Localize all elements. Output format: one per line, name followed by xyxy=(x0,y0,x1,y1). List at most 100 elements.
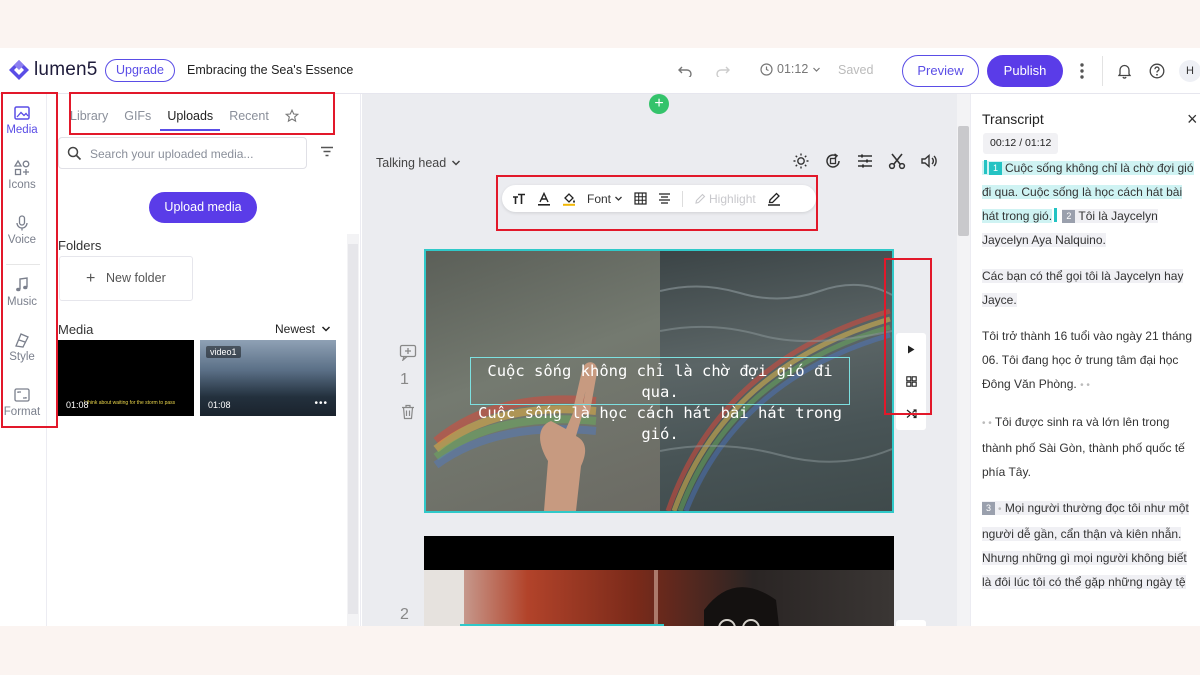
close-icon[interactable]: × xyxy=(1187,109,1198,130)
transcript-body[interactable]: 1 Cuộc sống không chỉ là chờ đợi gió đi q… xyxy=(982,156,1196,606)
transcript-paragraph[interactable]: 3 • Mọi người thường đọc tôi như một ngườ… xyxy=(982,496,1196,594)
new-folder-label: New folder xyxy=(106,271,166,285)
thumbnail-tag: video1 xyxy=(206,346,241,358)
brightness-icon[interactable] xyxy=(792,152,810,170)
grid-position-icon[interactable] xyxy=(634,192,647,205)
transcript-paragraph[interactable]: • • Tôi được sinh ra và lớn lên trong th… xyxy=(982,410,1196,484)
redo-icon[interactable] xyxy=(716,63,730,77)
help-icon[interactable] xyxy=(1149,63,1165,79)
media-thumbnail[interactable]: video1 01:08 ••• xyxy=(200,340,336,416)
fill-color-icon[interactable] xyxy=(562,192,576,206)
rail-item-style[interactable]: Style xyxy=(0,331,44,363)
add-note-icon[interactable] xyxy=(399,344,417,361)
rail-item-format[interactable]: Format xyxy=(0,386,44,418)
shapes-icon xyxy=(13,159,30,176)
media-thumbnail[interactable]: I think about waiting for the storm to p… xyxy=(58,340,194,416)
sort-dropdown[interactable]: Newest xyxy=(275,322,331,336)
transcript-paragraph[interactable]: 1 Cuộc sống không chỉ là chờ đợi gió đi q… xyxy=(982,156,1196,252)
volume-icon[interactable] xyxy=(920,152,938,170)
media-heading: Media xyxy=(58,322,94,337)
align-center-icon[interactable] xyxy=(658,192,671,205)
pencil-icon xyxy=(695,193,706,204)
layout-button[interactable] xyxy=(896,365,926,397)
layout-selector[interactable]: Talking head xyxy=(376,156,461,170)
text-size-icon[interactable] xyxy=(512,193,526,205)
lumen5-logo-icon xyxy=(9,60,29,80)
star-icon[interactable] xyxy=(284,108,299,123)
left-rail: Media Icons Voice Music Style Format xyxy=(0,94,47,626)
search-input[interactable]: Search your uploaded media... xyxy=(58,137,307,169)
scene-1-preview[interactable]: Cuộc sống không chỉ là chờ đợi gió đi qu… xyxy=(424,249,894,513)
thumbnail-caption: I think about waiting for the storm to p… xyxy=(84,400,176,406)
scene-badge: 2 xyxy=(1062,210,1076,223)
filter-icon[interactable] xyxy=(320,146,334,157)
duration-text: 01:12 xyxy=(777,62,809,76)
clock-icon xyxy=(760,62,773,76)
thumbnail-duration: 01:08 xyxy=(208,400,231,410)
adjust-icon[interactable] xyxy=(856,152,874,170)
rail-label: Media xyxy=(6,124,38,136)
transcript-panel: Transcript × 00:12 / 01:12 1 Cuộc sống kh… xyxy=(970,94,1200,626)
rail-item-voice[interactable]: Voice xyxy=(0,214,44,246)
new-folder-button[interactable]: + New folder xyxy=(59,256,193,301)
play-icon xyxy=(908,345,915,353)
rotate-icon[interactable] xyxy=(824,152,842,170)
tab-gifs[interactable]: GIFs xyxy=(124,103,151,129)
scene-tools xyxy=(792,152,938,170)
project-title[interactable]: Embracing the Sea's Essence xyxy=(187,63,353,77)
preview-button[interactable]: Preview xyxy=(902,55,979,87)
scene-caption-textbox[interactable]: Cuộc sống không chỉ là chờ đợi gió đi qu… xyxy=(470,357,850,443)
microphone-icon xyxy=(16,215,28,231)
user-avatar[interactable]: H xyxy=(1179,60,1200,82)
tab-recent[interactable]: Recent xyxy=(229,103,269,129)
font-dropdown[interactable]: Font xyxy=(587,192,623,206)
play-button[interactable] xyxy=(896,333,926,365)
chevron-down-icon xyxy=(615,196,622,201)
media-panel: Library GIFs Uploads Recent Search your … xyxy=(48,94,361,626)
panel-scrollbar-thumb[interactable] xyxy=(348,244,358,614)
add-scene-button[interactable]: + xyxy=(649,94,669,114)
more-options-icon[interactable] xyxy=(1076,61,1088,81)
highlight-button[interactable]: Highlight xyxy=(694,192,756,206)
top-header: lumen5 Upgrade Embracing the Sea's Essen… xyxy=(0,48,1200,94)
rail-label: Style xyxy=(9,351,35,363)
tab-uploads[interactable]: Uploads xyxy=(160,103,221,131)
rail-item-music[interactable]: Music xyxy=(0,276,44,308)
edit-pen-icon[interactable] xyxy=(767,192,781,206)
undo-icon[interactable] xyxy=(678,63,692,77)
scissors-icon[interactable] xyxy=(888,152,906,170)
chevron-down-icon xyxy=(813,67,821,72)
caption-line-2: Cuộc sống là học cách hát bài hát trong … xyxy=(478,404,842,443)
search-placeholder: Search your uploaded media... xyxy=(90,147,254,161)
transcript-text: Mọi người thường đọc tôi như một người d… xyxy=(982,501,1189,589)
transcript-time: 00:12 / 01:12 xyxy=(983,133,1059,154)
rail-item-icons[interactable]: Icons xyxy=(0,159,44,191)
duration-selector[interactable]: 01:12 xyxy=(760,62,821,76)
tab-library[interactable]: Library xyxy=(70,103,108,129)
more-icon[interactable]: ••• xyxy=(314,398,328,409)
image-icon xyxy=(14,106,30,120)
upgrade-button[interactable]: Upgrade xyxy=(105,59,175,82)
text-color-icon[interactable] xyxy=(537,191,551,206)
canvas-scrollbar-thumb[interactable] xyxy=(958,126,969,236)
transcript-paragraph[interactable]: Các bạn có thể gọi tôi là Jaycelyn hay J… xyxy=(982,264,1196,312)
transcript-paragraph[interactable]: Tôi trở thành 16 tuổi vào ngày 21 tháng … xyxy=(982,324,1196,398)
transcript-text: Tôi được sinh ra và lớn lên trong thành … xyxy=(982,415,1185,479)
scene-badge: 1 xyxy=(989,162,1002,175)
lumen5-logo[interactable]: lumen5 xyxy=(8,59,98,81)
scene-badge: 3 xyxy=(982,502,995,515)
canvas-scrollbar[interactable] xyxy=(957,94,970,626)
shuffle-button[interactable] xyxy=(896,397,926,429)
publish-button[interactable]: Publish xyxy=(987,55,1063,87)
upload-media-button[interactable]: Upload media xyxy=(149,192,257,223)
scene-canvas: + Talking head Font Highlight 1 Cuộc sốn… xyxy=(362,94,957,626)
scene-2-preview[interactable] xyxy=(424,536,894,626)
text-format-toolbar: Font Highlight xyxy=(502,185,816,212)
trash-icon[interactable] xyxy=(401,404,415,420)
saved-status: Saved xyxy=(838,63,874,77)
bell-icon[interactable] xyxy=(1117,63,1132,79)
rail-item-media[interactable]: Media xyxy=(0,104,44,136)
highlight-label: Highlight xyxy=(709,191,756,206)
transcript-scene-3[interactable]: 3 • Mọi người thường đọc tôi như một ngườ… xyxy=(982,501,1189,589)
media-tabs: Library GIFs Uploads Recent xyxy=(70,98,299,133)
